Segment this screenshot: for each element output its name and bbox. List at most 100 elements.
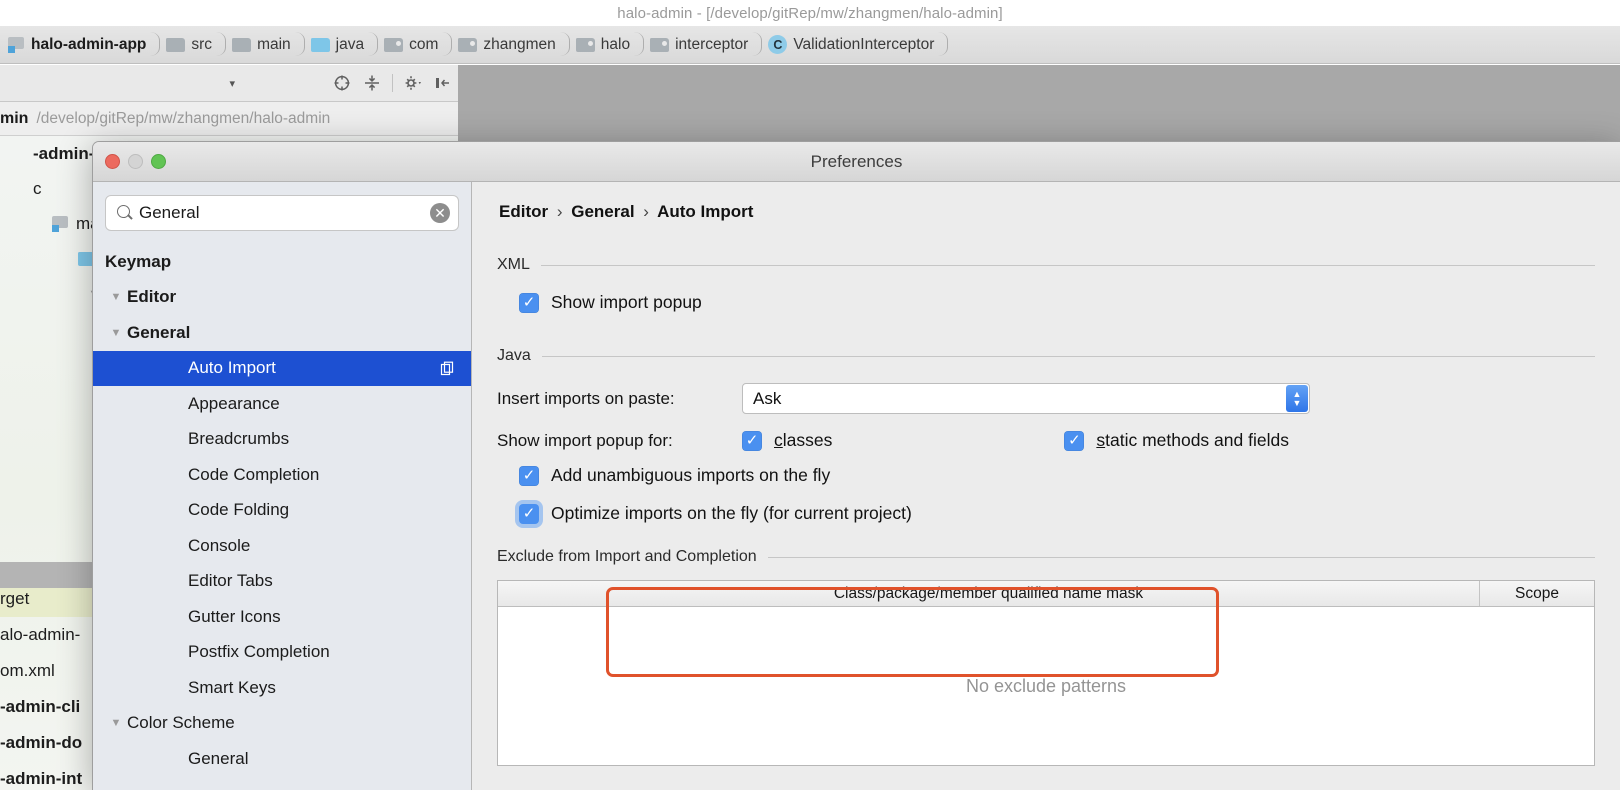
exclude-table-body[interactable]: No exclude patterns <box>498 607 1594 765</box>
package-icon <box>575 37 595 52</box>
add-unambiguous-checkbox[interactable] <box>519 465 539 486</box>
copy-settings-icon[interactable] <box>440 361 455 376</box>
crosshair-icon[interactable] <box>327 70 357 96</box>
classes-mnemonic: c <box>774 430 783 450</box>
sidebar-item-postfix-completion[interactable]: Postfix Completion <box>93 635 471 671</box>
sidebar-item-console[interactable]: Console <box>93 528 471 564</box>
collapse-all-icon[interactable] <box>357 70 387 96</box>
search-icon <box>114 203 134 223</box>
ide-breadcrumb-bar[interactable]: halo-admin-app src main java com zhangmen halo… <box>0 26 1620 64</box>
sidebar-item-color-scheme[interactable]: ▼ Color Scheme <box>93 706 471 742</box>
xml-section-header: XML <box>497 256 1595 274</box>
insert-imports-value: Ask <box>753 388 782 408</box>
xml-section-title: XML <box>497 256 530 273</box>
sidebar-item-label: Code Completion <box>188 464 320 484</box>
sidebar-item-label: Editor <box>127 287 177 307</box>
class-icon: C <box>768 35 788 54</box>
breadcrumb-chevron-icon <box>632 26 646 63</box>
ide-title-bar: halo-admin - [/develop/gitRep/mw/zhangme… <box>0 0 1620 26</box>
toolbar-divider <box>392 74 393 92</box>
exclude-table[interactable]: Class/package/member qualified name mask… <box>497 580 1595 766</box>
sidebar-item-editor-tabs[interactable]: Editor Tabs <box>93 564 471 600</box>
sidebar-item-editor[interactable]: ▼ Editor <box>93 280 471 316</box>
breadcrumb-chevron-icon <box>293 26 307 63</box>
sidebar-item-gutter-icons[interactable]: Gutter Icons <box>93 599 471 635</box>
sidebar-item-label: Smart Keys <box>188 677 276 697</box>
ide-breadcrumb-item[interactable]: C ValidationInterceptor <box>764 26 936 63</box>
settings-content-pane: Editor › General › Auto Import XML Show … <box>472 182 1620 790</box>
project-tree-label: rget <box>0 589 30 608</box>
ide-breadcrumb-label: zhangmen <box>483 35 556 53</box>
show-import-popup-for-row: Show import popup for: classes static me… <box>497 430 1595 451</box>
project-toolbar[interactable]: ▾ <box>0 65 458 102</box>
breadcrumb-chevron-icon <box>148 26 162 63</box>
ide-breadcrumb-item[interactable]: java <box>307 26 366 63</box>
ide-breadcrumb-item[interactable]: interceptor <box>646 26 750 63</box>
tree-expand-arrow-icon[interactable]: ▼ <box>105 717 127 729</box>
sidebar-item-label: Appearance <box>188 393 280 413</box>
ide-breadcrumb-item[interactable]: com <box>380 26 440 63</box>
ide-breadcrumb-item[interactable]: src <box>162 26 214 63</box>
sidebar-item-general[interactable]: General <box>93 741 471 777</box>
settings-sidebar[interactable]: ✕ Keymap▼Editor▼GeneralAuto ImportAppear… <box>93 182 472 790</box>
add-unambiguous-row[interactable]: Add unambiguous imports on the fly <box>519 465 1595 486</box>
gear-icon[interactable] <box>398 70 428 96</box>
insert-imports-row: Insert imports on paste: Ask ▲ ▼ <box>497 383 1595 414</box>
breadcrumb-part-3: Auto Import <box>657 202 754 221</box>
empty-state-message: No exclude patterns <box>965 675 1127 696</box>
sidebar-item-code-completion[interactable]: Code Completion <box>93 457 471 493</box>
static-methods-mnemonic: s <box>1096 430 1106 450</box>
insert-imports-select[interactable]: Ask ▲ ▼ <box>742 383 1310 414</box>
project-path: /develop/gitRep/mw/zhangmen/halo-admin <box>36 109 331 127</box>
breadcrumb-chevron-icon <box>750 26 764 63</box>
sidebar-item-code-folding[interactable]: Code Folding <box>93 493 471 529</box>
project-tree-label: -admin-int <box>0 769 83 788</box>
breadcrumb-chevron-icon <box>440 26 454 63</box>
section-rule <box>540 264 1595 266</box>
chevron-down-icon[interactable]: ▾ <box>229 77 235 90</box>
project-path-row[interactable]: min /develop/gitRep/mw/zhangmen/halo-adm… <box>0 102 458 136</box>
package-icon <box>384 37 404 52</box>
optimize-imports-checkbox[interactable] <box>519 503 539 524</box>
ide-breadcrumb-item[interactable]: zhangmen <box>454 26 557 63</box>
project-name: min <box>0 109 29 127</box>
ide-breadcrumb-item[interactable]: main <box>228 26 293 63</box>
show-import-popup-for-label: Show import popup for: <box>497 430 673 450</box>
sidebar-item-label: Gutter Icons <box>188 606 281 626</box>
exclude-table-header: Class/package/member qualified name mask… <box>498 581 1594 607</box>
optimize-imports-row[interactable]: Optimize imports on the fly (for current… <box>519 503 1595 524</box>
breadcrumb-separator-1: › <box>556 202 563 221</box>
show-import-popup-checkbox[interactable] <box>519 292 539 313</box>
classes-checkbox[interactable] <box>742 430 762 451</box>
clear-search-icon[interactable]: ✕ <box>430 203 450 223</box>
sidebar-item-breadcrumbs[interactable]: Breadcrumbs <box>93 422 471 458</box>
search-box[interactable]: ✕ <box>105 195 459 231</box>
sidebar-item-general[interactable]: ▼ General <box>93 315 471 351</box>
ide-breadcrumb-item[interactable]: halo-admin-app <box>4 26 148 63</box>
search-input[interactable] <box>139 203 430 223</box>
sidebar-item-smart-keys[interactable]: Smart Keys <box>93 670 471 706</box>
column-header-scope[interactable]: Scope <box>1480 581 1594 606</box>
add-unambiguous-label: Add unambiguous imports on the fly <box>551 465 831 485</box>
sidebar-item-auto-import[interactable]: Auto Import <box>93 350 471 386</box>
sidebar-item-label: Auto Import <box>188 358 276 378</box>
show-import-popup-row[interactable]: Show import popup <box>519 292 1595 313</box>
project-tree-label: c <box>33 178 42 198</box>
ide-breadcrumb-item[interactable]: halo <box>572 26 632 63</box>
dialog-title: Preferences <box>810 151 903 171</box>
stepper-icon[interactable]: ▲ ▼ <box>1286 385 1308 412</box>
sidebar-item-keymap[interactable]: Keymap <box>93 244 471 280</box>
static-methods-checkbox[interactable] <box>1064 430 1085 451</box>
ide-breadcrumb-label: halo-admin-app <box>31 35 147 53</box>
sidebar-item-appearance[interactable]: Appearance <box>93 386 471 422</box>
column-header-mask[interactable]: Class/package/member qualified name mask <box>498 581 1480 606</box>
breadcrumb-chevron-icon <box>936 26 950 63</box>
ide-breadcrumb-label: halo <box>600 35 631 53</box>
preferences-dialog[interactable]: Preferences ✕ Keymap▼Editor▼GeneralAuto … <box>92 141 1620 790</box>
tree-expand-arrow-icon[interactable]: ▼ <box>105 291 127 303</box>
sidebar-item-label: Color Scheme <box>127 713 235 733</box>
hide-panel-icon[interactable] <box>428 70 458 96</box>
settings-tree[interactable]: Keymap ▼ Editor ▼ General Auto Import Appearan… <box>93 240 471 777</box>
tree-expand-arrow-icon[interactable]: ▼ <box>105 327 127 339</box>
sidebar-item-label: General <box>188 748 249 768</box>
